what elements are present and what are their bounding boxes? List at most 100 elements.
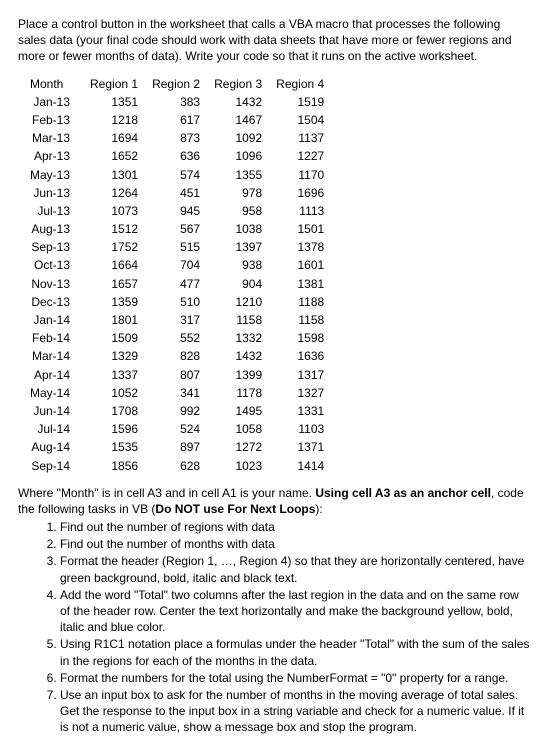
table-row: Mar-14132982814321636 <box>26 347 334 365</box>
task-item-7: Use an input box to ask for the number o… <box>60 687 531 736</box>
table-row: Jan-13135138314321519 <box>26 93 334 111</box>
cell-value: 1113 <box>272 202 334 220</box>
task-item-5: Using R1C1 notation place a formulas und… <box>60 636 531 668</box>
table-row: Jul-14159652410581103 <box>26 420 334 438</box>
cell-value: 1414 <box>272 457 334 475</box>
cell-month: Apr-14 <box>26 366 86 384</box>
cell-value: 567 <box>148 220 210 238</box>
cell-value: 574 <box>148 166 210 184</box>
cell-value: 1351 <box>86 93 148 111</box>
cell-value: 1355 <box>210 166 272 184</box>
cell-value: 704 <box>148 256 210 274</box>
cell-value: 1495 <box>210 402 272 420</box>
table-row: May-13130157413551170 <box>26 166 334 184</box>
cell-value: 1331 <box>272 402 334 420</box>
table-row: Feb-13121861714671504 <box>26 111 334 129</box>
cell-value: 1218 <box>86 111 148 129</box>
cell-value: 383 <box>148 93 210 111</box>
cell-value: 1694 <box>86 129 148 147</box>
cell-month: Dec-13 <box>26 293 86 311</box>
cell-month: Feb-13 <box>26 111 86 129</box>
header-region3: Region 3 <box>210 75 272 93</box>
task-list: Find out the number of regions with data… <box>18 519 531 735</box>
cell-value: 1158 <box>210 311 272 329</box>
cell-month: Mar-13 <box>26 129 86 147</box>
cell-value: 552 <box>148 329 210 347</box>
header-region2: Region 2 <box>148 75 210 93</box>
cell-value: 1397 <box>210 238 272 256</box>
cell-value: 1601 <box>272 256 334 274</box>
cell-value: 451 <box>148 184 210 202</box>
table-row: Feb-14150955213321598 <box>26 329 334 347</box>
cell-value: 628 <box>148 457 210 475</box>
cell-value: 1801 <box>86 311 148 329</box>
cell-value: 1399 <box>210 366 272 384</box>
cell-value: 1467 <box>210 111 272 129</box>
cell-value: 1329 <box>86 347 148 365</box>
table-row: Apr-14133780713991317 <box>26 366 334 384</box>
cell-month: May-13 <box>26 166 86 184</box>
cell-value: 1512 <box>86 220 148 238</box>
table-row: Jun-1312644519781696 <box>26 184 334 202</box>
cell-value: 1378 <box>272 238 334 256</box>
cell-value: 1501 <box>272 220 334 238</box>
cell-month: Oct-13 <box>26 256 86 274</box>
outro-bold-noloops: Do NOT use For Next Loops <box>155 502 315 516</box>
cell-value: 1708 <box>86 402 148 420</box>
task-item-2: Find out the number of months with data <box>60 536 531 552</box>
cell-value: 1092 <box>210 129 272 147</box>
cell-value: 1158 <box>272 311 334 329</box>
cell-value: 1359 <box>86 293 148 311</box>
cell-value: 1038 <box>210 220 272 238</box>
header-month: Month <box>26 75 86 93</box>
cell-value: 1073 <box>86 202 148 220</box>
cell-value: 958 <box>210 202 272 220</box>
cell-value: 1856 <box>86 457 148 475</box>
table-row: Mar-13169487310921137 <box>26 129 334 147</box>
cell-value: 1023 <box>210 457 272 475</box>
cell-month: Nov-13 <box>26 275 86 293</box>
cell-value: 1096 <box>210 147 272 165</box>
task-item-3: Format the header (Region 1, …, Region 4… <box>60 553 531 585</box>
cell-value: 1652 <box>86 147 148 165</box>
sales-data-table: Month Region 1 Region 2 Region 3 Region … <box>26 75 334 475</box>
cell-value: 1432 <box>210 347 272 365</box>
table-row: Jan-14180131711581158 <box>26 311 334 329</box>
cell-value: 1227 <box>272 147 334 165</box>
table-row: Jul-1310739459581113 <box>26 202 334 220</box>
cell-value: 873 <box>148 129 210 147</box>
cell-month: Jan-13 <box>26 93 86 111</box>
cell-month: Jul-14 <box>26 420 86 438</box>
cell-value: 1327 <box>272 384 334 402</box>
task-item-4: Add the word "Total" two columns after t… <box>60 587 531 636</box>
table-row: May-14105234111781327 <box>26 384 334 402</box>
outro-bold-anchor: Using cell A3 as an anchor cell <box>315 486 491 500</box>
cell-month: Feb-14 <box>26 329 86 347</box>
cell-value: 1696 <box>272 184 334 202</box>
intro-paragraph: Place a control button in the worksheet … <box>18 16 531 65</box>
cell-value: 617 <box>148 111 210 129</box>
cell-value: 1535 <box>86 438 148 456</box>
cell-month: Apr-13 <box>26 147 86 165</box>
cell-value: 978 <box>210 184 272 202</box>
cell-value: 1598 <box>272 329 334 347</box>
table-row: Dec-13135951012101188 <box>26 293 334 311</box>
header-region1: Region 1 <box>86 75 148 93</box>
cell-value: 1504 <box>272 111 334 129</box>
table-row: Aug-13151256710381501 <box>26 220 334 238</box>
cell-value: 897 <box>148 438 210 456</box>
cell-value: 1432 <box>210 93 272 111</box>
header-region4: Region 4 <box>272 75 334 93</box>
cell-month: Jun-13 <box>26 184 86 202</box>
cell-value: 524 <box>148 420 210 438</box>
cell-month: Mar-14 <box>26 347 86 365</box>
cell-value: 1752 <box>86 238 148 256</box>
cell-value: 510 <box>148 293 210 311</box>
cell-value: 1272 <box>210 438 272 456</box>
task-item-1: Find out the number of regions with data <box>60 519 531 535</box>
cell-value: 1052 <box>86 384 148 402</box>
table-header-row: Month Region 1 Region 2 Region 3 Region … <box>26 75 334 93</box>
cell-value: 904 <box>210 275 272 293</box>
table-row: Sep-14185662810231414 <box>26 457 334 475</box>
cell-value: 1264 <box>86 184 148 202</box>
